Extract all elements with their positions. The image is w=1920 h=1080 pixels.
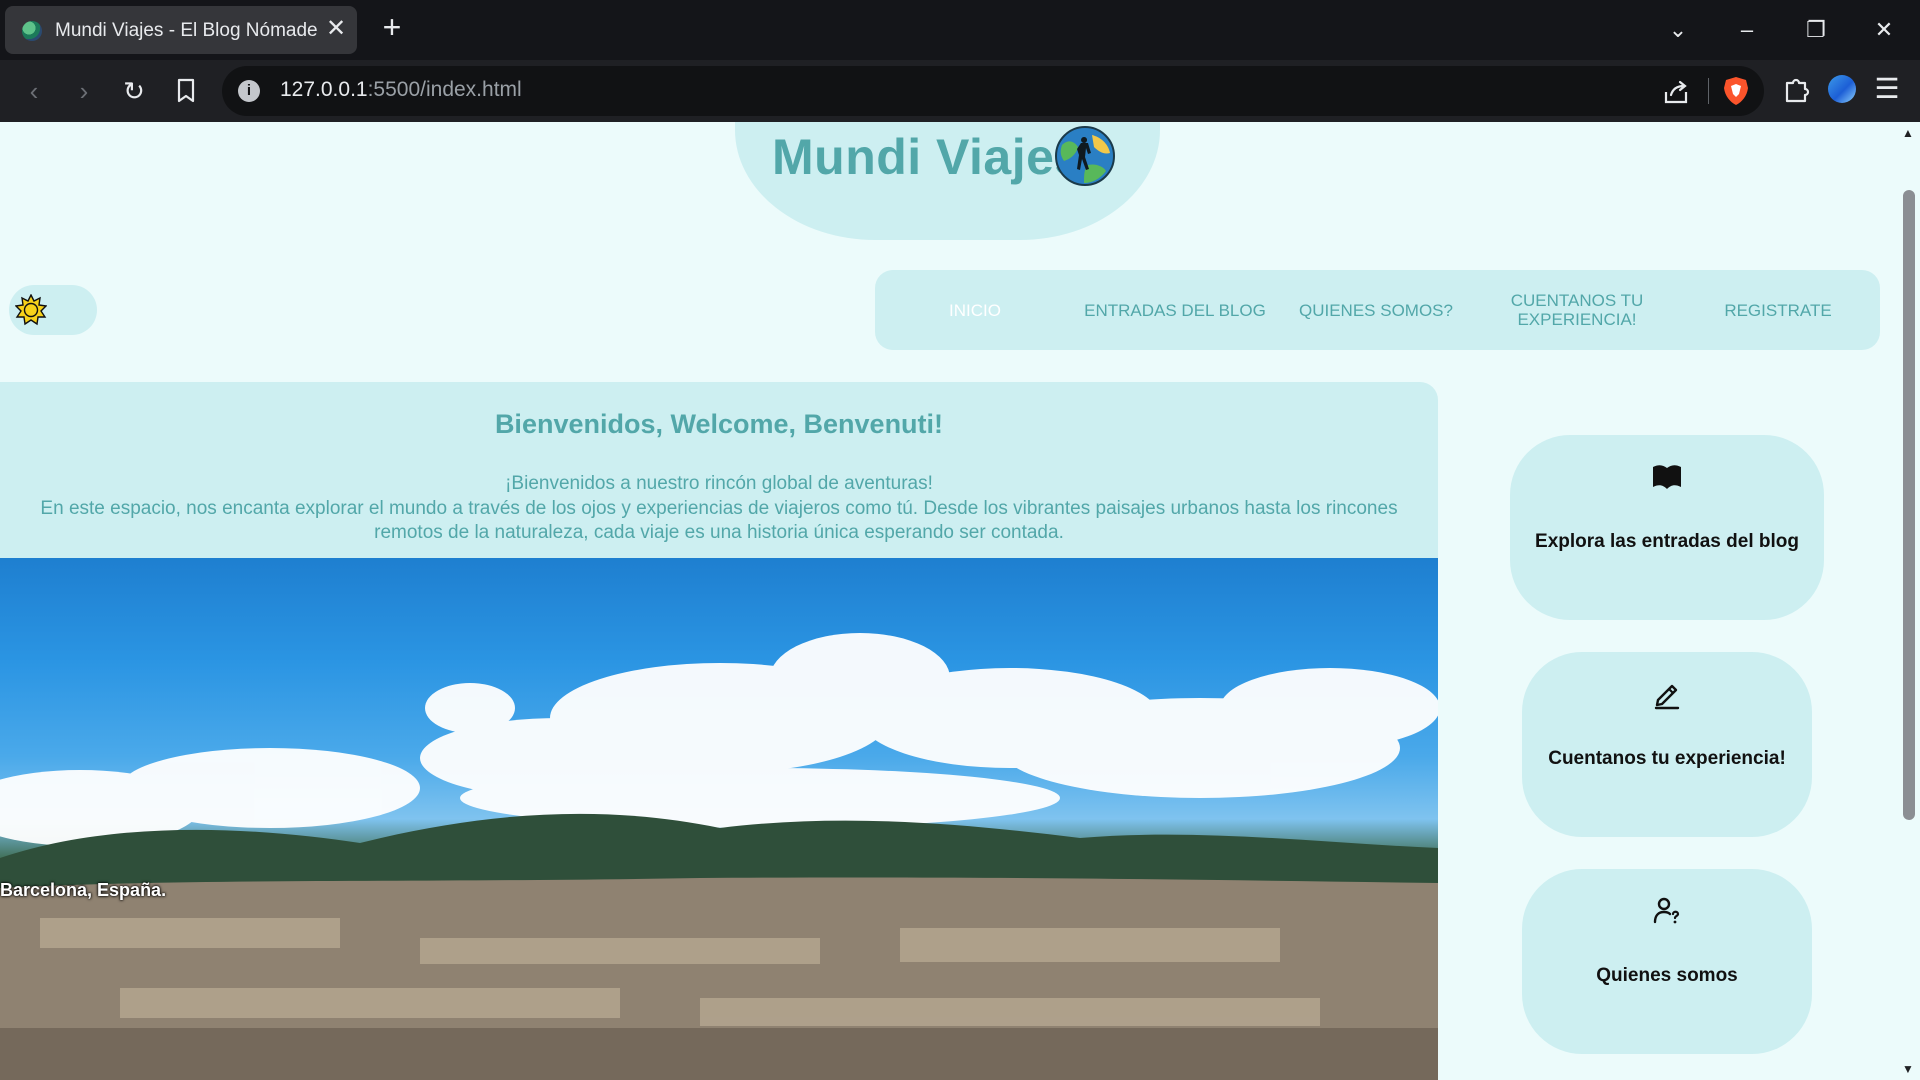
extensions-icon[interactable] [1782,74,1812,104]
window-close-icon[interactable]: ✕ [1868,14,1900,46]
scroll-thumb[interactable] [1903,190,1915,820]
page-viewport: Mundi Viajes INICIO ENTRADAS DEL BLOG QU… [0,122,1898,1080]
welcome-body: En este espacio, nos encanta explorar el… [40,498,1398,543]
globe-hiker-logo-icon [1055,126,1115,186]
url-text[interactable]: 127.0.0.1:5500/index.html [280,78,522,102]
sun-icon [15,294,47,326]
nav-entradas-del-blog[interactable]: ENTRADAS DEL BLOG [1075,270,1275,350]
nav-quienes-somos[interactable]: QUIENES SOMOS? [1276,270,1476,350]
restore-icon[interactable]: ❐ [1800,14,1832,46]
scroll-down-arrow-icon[interactable]: ▼ [1902,1062,1914,1076]
browser-toolbar: ‹ › ↻ i 127.0.0.1:5500/index.html [0,60,1920,122]
brave-shield-icon[interactable] [1722,76,1750,106]
tab-search-icon[interactable]: ⌄ [1662,14,1694,46]
forward-icon[interactable]: › [68,75,100,107]
hero-landscape-illustration [0,633,1438,1080]
main-navigation: INICIO ENTRADAS DEL BLOG QUIENES SOMOS? … [875,270,1880,350]
omnibox-divider [1708,78,1709,104]
minimize-icon[interactable]: – [1731,14,1763,46]
bookmark-icon[interactable] [170,75,202,107]
profile-avatar-icon[interactable] [1828,75,1856,103]
tab-title: Mundi Viajes - El Blog Nómade [55,20,318,41]
address-bar[interactable]: i 127.0.0.1:5500/index.html [222,66,1764,116]
hamburger-menu-icon[interactable]: ☰ [1872,74,1902,104]
nav-registrate[interactable]: REGISTRATE [1678,270,1878,350]
browser-tab[interactable]: Mundi Viajes - El Blog Nómade ✕ [5,6,357,54]
card-label: Cuentanos tu experiencia! [1548,748,1786,769]
card-label: Quienes somos [1596,965,1738,986]
welcome-section: Bienvenidos, Welcome, Benvenuti! ¡Bienve… [0,382,1438,562]
card-explora-entradas[interactable]: Explora las entradas del blog [1510,435,1824,620]
welcome-title: Bienvenidos, Welcome, Benvenuti! [494,409,944,439]
page-scrollbar[interactable]: ▲ ▼ [1898,122,1920,1080]
close-tab-icon[interactable]: ✕ [323,16,349,42]
new-tab-button[interactable]: + [376,11,408,44]
book-icon [1653,465,1681,489]
globe-favicon-icon [22,21,42,41]
card-label: Explora las entradas del blog [1535,531,1799,552]
share-icon[interactable] [1662,78,1690,106]
welcome-lead: ¡Bienvenidos a nuestro rincón global de … [505,473,933,494]
pencil-icon [1654,684,1680,710]
hero-image-barcelona: Barcelona, España. [0,558,1438,1080]
site-info-icon[interactable]: i [238,80,260,102]
card-cuentanos-experiencia[interactable]: Cuentanos tu experiencia! [1522,652,1812,837]
card-quienes-somos[interactable]: Quienes somos [1522,869,1812,1054]
nav-inicio[interactable]: INICIO [875,270,1075,350]
site-logo-text[interactable]: Mundi Viajes [772,128,1083,186]
reload-icon[interactable]: ↻ [118,75,150,107]
browser-tab-bar: Mundi Viajes - El Blog Nómade ✕ + ⌄ – ❐ … [0,0,1920,60]
theme-toggle[interactable] [9,285,97,335]
user-question-icon [1653,897,1680,924]
scroll-up-arrow-icon[interactable]: ▲ [1902,126,1914,140]
back-icon[interactable]: ‹ [18,75,50,107]
hero-caption: Barcelona, España. [0,880,167,900]
nav-cuentanos-tu-experiencia[interactable]: CUENTANOS TU EXPERIENCIA! [1477,270,1677,350]
